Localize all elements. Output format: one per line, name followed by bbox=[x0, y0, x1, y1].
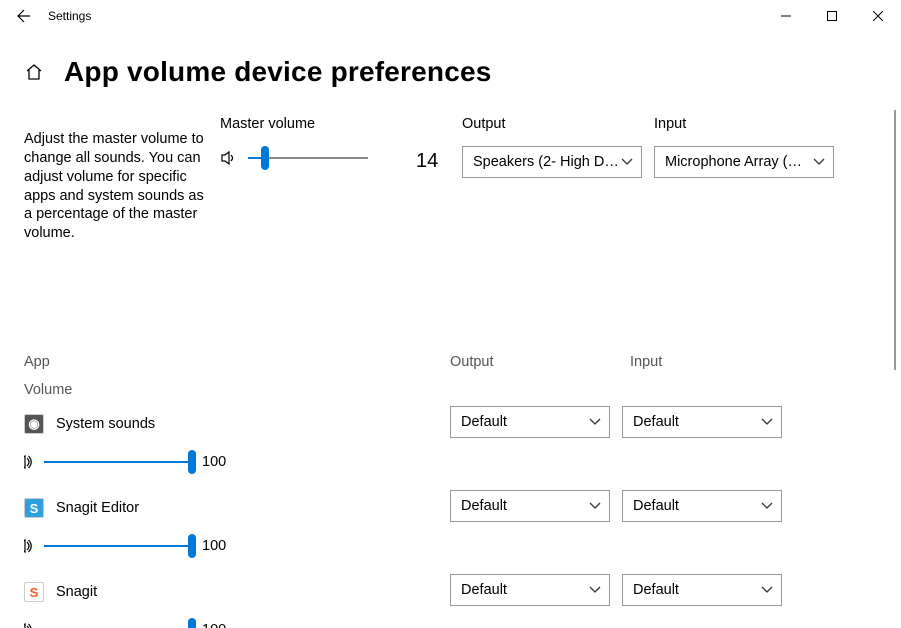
minimize-button[interactable] bbox=[763, 0, 809, 32]
column-header-volume: Volume bbox=[24, 382, 72, 398]
arrow-left-icon bbox=[16, 8, 32, 24]
app-volume-slider[interactable] bbox=[44, 450, 192, 474]
app-volume-value: 100 bbox=[202, 622, 226, 628]
app-output-value: Default bbox=[461, 498, 589, 514]
column-header-app: App bbox=[24, 354, 50, 370]
app-icon: S bbox=[24, 582, 44, 602]
app-name-label: Snagit Editor bbox=[56, 500, 139, 516]
maximize-button[interactable] bbox=[809, 0, 855, 32]
output-label: Output bbox=[462, 116, 642, 132]
app-output-dropdown[interactable]: Default bbox=[450, 490, 610, 522]
master-volume-value: 14 bbox=[416, 150, 438, 173]
app-output-dropdown[interactable]: Default bbox=[450, 574, 610, 606]
master-output-dropdown[interactable]: Speakers (2- High D… bbox=[462, 146, 642, 178]
app-volume-slider[interactable] bbox=[44, 618, 192, 628]
close-button[interactable] bbox=[855, 0, 901, 32]
master-input-column: Input Microphone Array (… bbox=[654, 116, 834, 178]
chevron-down-icon bbox=[589, 584, 601, 596]
chevron-down-icon bbox=[761, 500, 773, 512]
maximize-icon bbox=[827, 11, 837, 21]
back-button[interactable] bbox=[0, 0, 48, 32]
content-area: Adjust the master volume to change all s… bbox=[24, 110, 897, 628]
app-input-value: Default bbox=[633, 498, 761, 514]
master-volume-slider[interactable] bbox=[248, 146, 368, 170]
app-icon: ◉ bbox=[24, 414, 44, 434]
speaker-icon[interactable] bbox=[24, 537, 34, 555]
master-input-dropdown[interactable]: Microphone Array (… bbox=[654, 146, 834, 178]
titlebar: Settings bbox=[0, 0, 901, 32]
app-input-dropdown[interactable]: Default bbox=[622, 490, 782, 522]
app-name-label: Snagit bbox=[56, 584, 97, 600]
app-output-dropdown[interactable]: Default bbox=[450, 406, 610, 438]
input-label: Input bbox=[654, 116, 834, 132]
minimize-icon bbox=[781, 11, 791, 21]
master-input-value: Microphone Array (… bbox=[665, 154, 813, 170]
chevron-down-icon bbox=[621, 156, 633, 168]
column-header-output: Output bbox=[450, 354, 494, 370]
close-icon bbox=[873, 11, 883, 21]
app-volume-value: 100 bbox=[202, 538, 226, 554]
app-input-value: Default bbox=[633, 582, 761, 598]
chevron-down-icon bbox=[813, 156, 825, 168]
home-icon bbox=[24, 62, 44, 82]
chevron-down-icon bbox=[761, 416, 773, 428]
app-output-value: Default bbox=[461, 582, 589, 598]
app-volume-value: 100 bbox=[202, 454, 226, 470]
home-button[interactable] bbox=[24, 62, 44, 82]
description-text: Adjust the master volume to change all s… bbox=[24, 130, 206, 243]
app-input-dropdown[interactable]: Default bbox=[622, 406, 782, 438]
app-input-dropdown[interactable]: Default bbox=[622, 574, 782, 606]
chevron-down-icon bbox=[589, 500, 601, 512]
window-controls bbox=[763, 0, 901, 32]
page-header: App volume device preferences bbox=[0, 32, 901, 88]
master-output-column: Output Speakers (2- High D… bbox=[462, 116, 642, 178]
speaker-icon[interactable] bbox=[24, 453, 34, 471]
app-output-value: Default bbox=[461, 414, 589, 430]
app-icon: S bbox=[24, 498, 44, 518]
master-section: Adjust the master volume to change all s… bbox=[24, 110, 897, 310]
speaker-icon[interactable] bbox=[220, 149, 238, 167]
column-header-input: Input bbox=[630, 354, 662, 370]
master-output-value: Speakers (2- High D… bbox=[473, 154, 621, 170]
master-volume-column: Master volume bbox=[220, 116, 436, 170]
app-name-label: System sounds bbox=[56, 416, 155, 432]
chevron-down-icon bbox=[589, 416, 601, 428]
chevron-down-icon bbox=[761, 584, 773, 596]
page-title: App volume device preferences bbox=[64, 56, 492, 88]
app-input-value: Default bbox=[633, 414, 761, 430]
master-volume-label: Master volume bbox=[220, 116, 436, 132]
window-title: Settings bbox=[48, 9, 91, 23]
speaker-icon[interactable] bbox=[24, 621, 34, 628]
app-volume-slider[interactable] bbox=[44, 534, 192, 558]
